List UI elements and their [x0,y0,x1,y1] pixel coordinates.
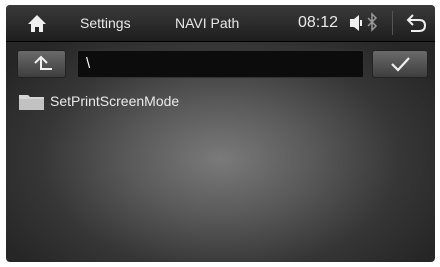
back-arrow-icon[interactable] [404,5,428,41]
path-field[interactable]: \ [77,50,364,78]
page-title: NAVI Path [175,15,240,31]
home-icon[interactable] [26,5,48,41]
bluetooth-icon [366,5,378,41]
navi-path-screen: Settings NAVI Path 08:12 \ SetPrintScree… [6,5,435,262]
divider [392,11,393,35]
up-folder-button[interactable] [17,50,66,78]
status-bar: Settings NAVI Path 08:12 [6,5,435,42]
up-folder-icon [18,55,65,81]
clock: 08:12 [298,14,339,31]
checkmark-icon [373,57,427,81]
file-name: SetPrintScreenMode [50,93,180,109]
folder-icon [19,93,45,111]
list-item[interactable]: SetPrintScreenMode [19,91,419,111]
settings-title[interactable]: Settings [80,5,131,41]
volume-icon [349,5,363,41]
confirm-button[interactable] [372,50,428,78]
